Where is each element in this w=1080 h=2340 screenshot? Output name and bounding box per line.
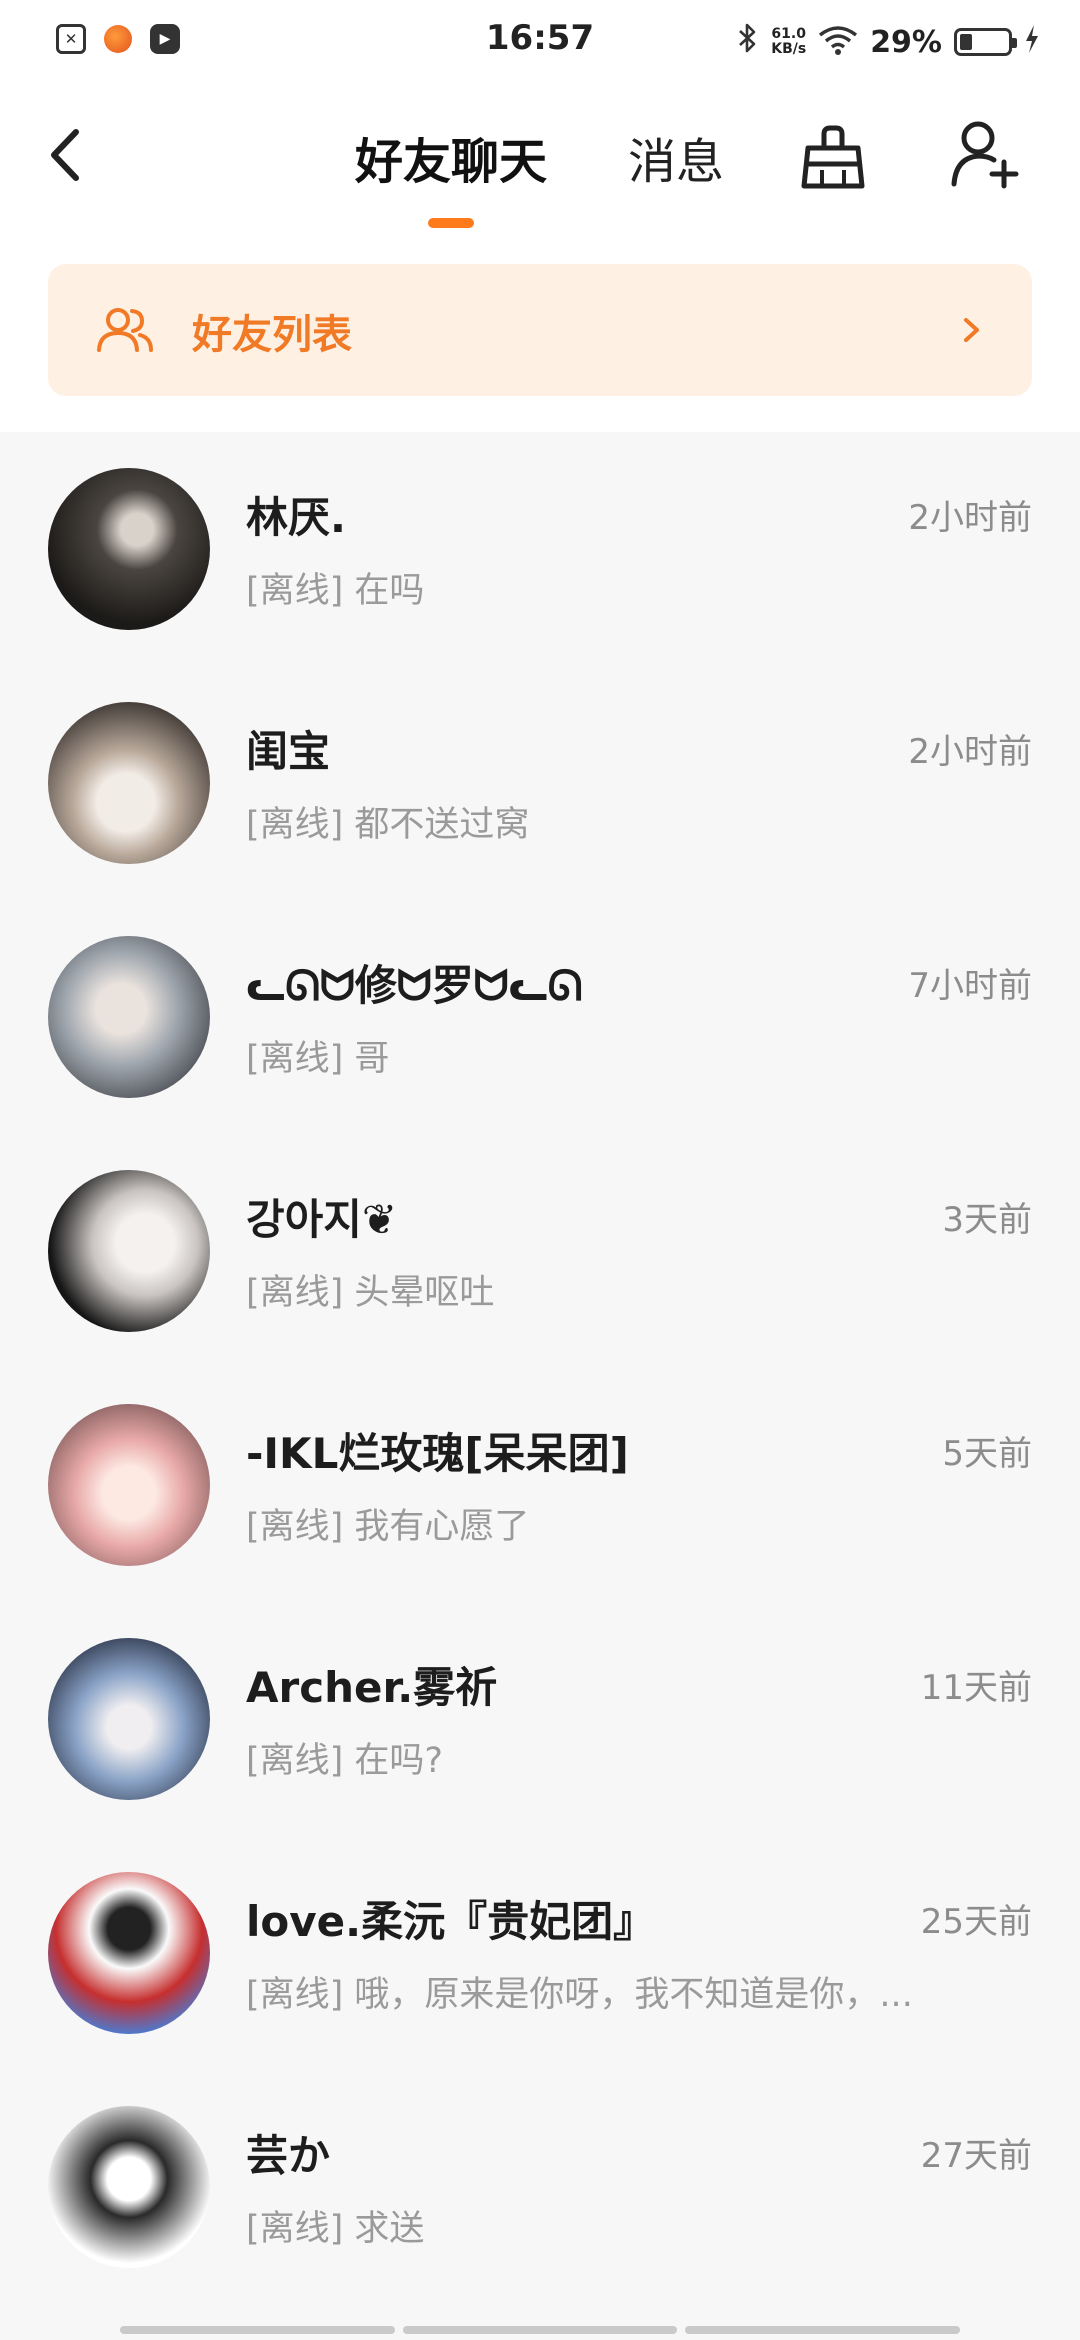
chat-preview: [离线] 头晕呕吐 — [246, 1273, 495, 1313]
clean-button[interactable] — [800, 122, 866, 192]
avatar — [48, 1170, 210, 1332]
chat-preview: [离线] 我有心愿了 — [246, 1507, 530, 1547]
gesture-bar — [120, 2326, 961, 2334]
avatar — [48, 468, 210, 630]
chat-name: 林厌. — [246, 493, 346, 542]
status-bar: ✕ ▶ 16:57 61.0 KB/s 29% — [0, 0, 1080, 86]
avatar — [48, 936, 210, 1098]
avatar — [48, 1872, 210, 2034]
friend-list-banner[interactable]: 好友列表 — [48, 264, 1032, 396]
back-button[interactable] — [40, 120, 100, 190]
battery-icon — [954, 28, 1017, 56]
chat-time: 2小时前 — [908, 732, 1032, 772]
charging-icon — [1024, 24, 1040, 61]
chat-preview: [离线] 都不送过窝 — [246, 805, 530, 845]
net-speed: 61.0 KB/s — [771, 27, 806, 57]
chat-preview: [离线] 在吗 — [246, 571, 425, 611]
net-speed-value: 61.0 — [771, 26, 806, 42]
chat-item[interactable]: 闺宝 2小时前 [离线] 都不送过窝 — [0, 666, 1080, 900]
avatar — [48, 1638, 210, 1800]
friend-list-label: 好友列表 — [192, 312, 352, 358]
chat-time: 7小时前 — [908, 966, 1032, 1006]
chat-name: 강아지❦ — [246, 1195, 398, 1244]
chat-name: love.柔沅『贵妃团』 — [246, 1897, 656, 1946]
chat-preview: [离线] 在吗? — [246, 1741, 444, 1781]
chat-name: 芸か — [246, 2131, 331, 2180]
avatar — [48, 702, 210, 864]
chat-name: -IKL烂玫瑰[呆呆团] — [246, 1429, 629, 1478]
chat-item[interactable]: 芸か 27天前 [离线] 求送 — [0, 2070, 1080, 2304]
net-speed-unit: KB/s — [771, 41, 807, 57]
chat-time: 2小时前 — [908, 498, 1032, 538]
battery-percent: 29% — [870, 24, 942, 60]
chat-name: Archer.雾祈 — [246, 1663, 498, 1712]
chevron-right-icon — [964, 318, 979, 342]
back-icon — [51, 129, 79, 181]
chat-time: 5天前 — [942, 1434, 1032, 1474]
active-tab-indicator — [428, 218, 474, 228]
tab-friend-chat[interactable]: 好友聊天 — [355, 122, 547, 192]
bluetooth-icon — [737, 22, 759, 62]
chat-preview: [离线] 求送 — [246, 2209, 425, 2249]
status-right-icons: 61.0 KB/s 29% — [737, 22, 1040, 62]
chat-item[interactable]: Archer.雾祈 11天前 [离线] 在吗? — [0, 1602, 1080, 1836]
tab-messages[interactable]: 消息 — [628, 122, 724, 192]
wifi-icon — [818, 25, 858, 59]
clean-brush-icon — [801, 125, 865, 189]
chat-item[interactable]: 林厌. 2小时前 [离线] 在吗 — [0, 432, 1080, 666]
chat-item[interactable]: 강아지❦ 3天前 [离线] 头晕呕吐 — [0, 1134, 1080, 1368]
chat-item[interactable]: ᓚᘏᗢ修ᗢ罗ᗢᓚᘏ 7小时前 [离线] 哥 — [0, 900, 1080, 1134]
chat-item[interactable]: love.柔沅『贵妃团』 25天前 [离线] 哦，原来是你呀，我不知道是你，..… — [0, 1836, 1080, 2070]
chat-time: 11天前 — [920, 1668, 1032, 1708]
chat-time: 25天前 — [920, 1902, 1032, 1942]
avatar — [48, 2106, 210, 2268]
chat-name: ᓚᘏᗢ修ᗢ罗ᗢᓚᘏ — [246, 961, 583, 1010]
chat-preview: [离线] 哦，原来是你呀，我不知道是你，... — [246, 1975, 913, 2015]
add-friend-icon — [951, 121, 1019, 189]
chat-time: 27天前 — [920, 2136, 1032, 2176]
add-friend-button[interactable] — [950, 118, 1020, 190]
chat-time: 3天前 — [942, 1200, 1032, 1240]
chat-item[interactable]: -IKL烂玫瑰[呆呆团] 5天前 [离线] 我有心愿了 — [0, 1368, 1080, 1602]
header: 好友聊天 消息 — [0, 100, 1080, 240]
chat-name: 闺宝 — [246, 727, 331, 776]
chat-preview: [离线] 哥 — [246, 1039, 390, 1079]
friends-icon — [97, 308, 153, 352]
avatar — [48, 1404, 210, 1566]
